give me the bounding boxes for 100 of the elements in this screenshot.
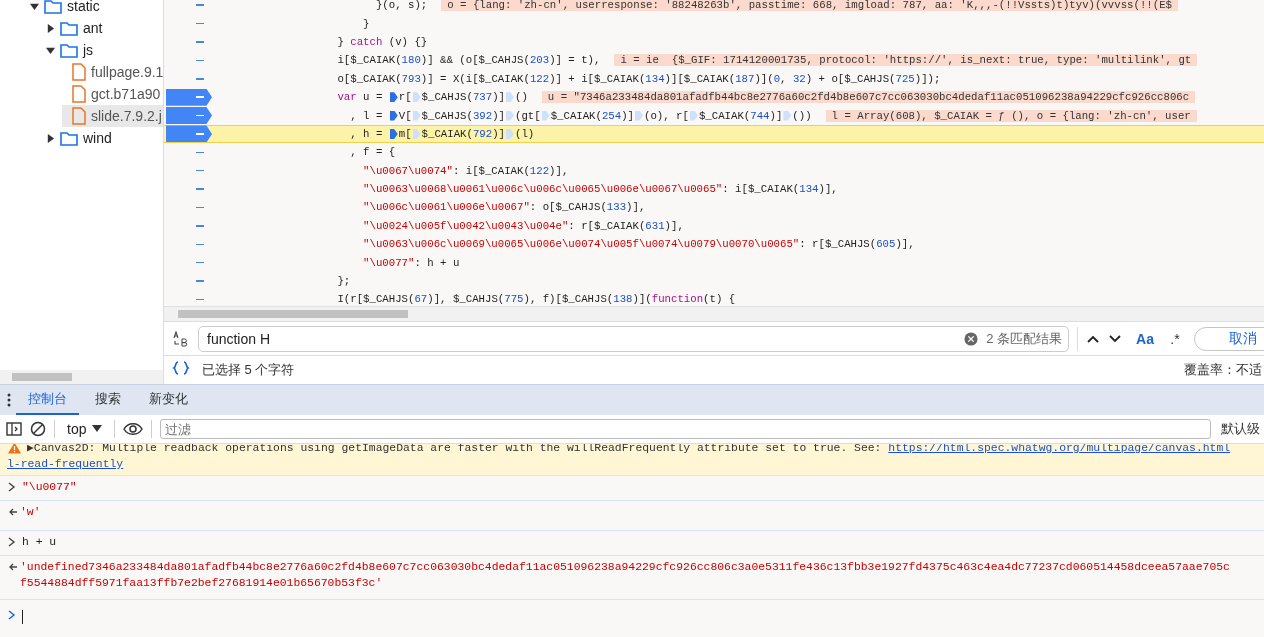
code-text: , h = bbox=[349, 127, 384, 140]
caret-down-icon bbox=[30, 2, 39, 11]
step-marker-icon[interactable] bbox=[389, 128, 398, 139]
replace-toggle-icon bbox=[172, 330, 190, 347]
caret-right-icon bbox=[46, 134, 55, 143]
code-text: $_CAIAK(744)] bbox=[698, 109, 783, 122]
code-text: "\u0063\u006c\u0069\u0065\u006e\u0074\u005f\u0074\u0079\u0070\u0065": r[$_CAHJS(605)], bbox=[362, 238, 915, 251]
clear-console-icon bbox=[30, 421, 46, 437]
gutter-dash-icon[interactable] bbox=[196, 298, 204, 301]
inline-breakpoint-icon[interactable] bbox=[506, 92, 514, 103]
code-text: (o), r[ bbox=[644, 109, 689, 122]
result-text: f5544884dff5971faa13ffb7e2bef27681914e01b65670b53f3c' bbox=[20, 576, 384, 591]
chevron-right-icon bbox=[8, 610, 16, 620]
folder-name[interactable]: js bbox=[83, 42, 94, 58]
step-marker-icon[interactable] bbox=[389, 92, 398, 103]
inline-breakpoint-icon[interactable] bbox=[783, 110, 792, 121]
file-icon bbox=[72, 107, 86, 125]
panel-tab[interactable]: 新变化 bbox=[137, 385, 200, 415]
result-text: 'undefined7346a233484da801afadfb44bc8e2776a60c2fd4b8e607c7cc063030bc4dedaf11ac051096238a94229cfc926cc806c3a0e5311fe436c13fbb3e1927fd4375c463c4ea4dc77237cd060514458dceea57aae705c bbox=[20, 560, 1230, 575]
code-text: r[ bbox=[398, 91, 412, 104]
folder-icon bbox=[44, 0, 62, 14]
step-marker-icon[interactable] bbox=[389, 110, 398, 121]
code-text: "\u0024\u005f\u0042\u0043\u004e": r[$_CAIAK(631)], bbox=[362, 219, 684, 232]
inline-breakpoint-icon[interactable] bbox=[412, 110, 421, 121]
eye-icon bbox=[123, 422, 144, 436]
chevron-right-icon bbox=[8, 482, 16, 492]
code-text: var u = bbox=[336, 91, 384, 104]
code-text: (gt[ bbox=[515, 109, 541, 122]
code-text: (l) bbox=[515, 127, 535, 140]
code-text: } bbox=[362, 17, 370, 30]
inline-breakpoint-icon[interactable] bbox=[506, 110, 514, 121]
inline-breakpoint-icon[interactable] bbox=[506, 128, 514, 139]
code-text: $_CAIAK(792)] bbox=[421, 127, 505, 140]
gutter-dash-icon[interactable] bbox=[196, 59, 204, 62]
breakpoint-marker[interactable] bbox=[166, 107, 212, 125]
chevron-down-icon bbox=[1108, 333, 1122, 344]
gutter-dash-icon[interactable] bbox=[196, 151, 204, 154]
code-text: V[ bbox=[398, 109, 412, 122]
code-text: "\u0063\u0068\u0061\u006c\u006c\u0065\u006e\u0067\u0065": i[$_CAIAK(134)], bbox=[362, 183, 838, 196]
caret-down-icon bbox=[92, 425, 103, 433]
breakpoint-marker[interactable] bbox=[166, 125, 212, 143]
caret-right-icon bbox=[46, 24, 55, 33]
inline-breakpoint-icon[interactable] bbox=[635, 110, 644, 121]
folder-name[interactable]: wind bbox=[83, 130, 112, 146]
panel-tab[interactable]: 搜索 bbox=[83, 385, 133, 415]
pretty-print-icon[interactable] bbox=[172, 360, 190, 375]
search-box[interactable]: function H 2 条匹配结果 bbox=[198, 325, 1069, 352]
code-text: $_CAHJS(392)] bbox=[421, 109, 505, 122]
inline-breakpoint-icon[interactable] bbox=[412, 128, 421, 139]
file-name[interactable]: fullpage.9.1 bbox=[91, 64, 163, 80]
context-selector[interactable]: top bbox=[63, 421, 107, 437]
regex-button[interactable]: .* bbox=[1164, 326, 1186, 351]
code-text: I(r[$_CAHJS(67)], $_CAHJS(775), f)[$_CAHJS(138)](function(t) { bbox=[336, 293, 736, 306]
code-text: m[ bbox=[398, 127, 412, 140]
inline-value: i = ie {$_GIF: 1714120001735, protocol: 'https://', is_next: true, type: 'multilink', gt bbox=[614, 54, 1198, 67]
selection-status: 已选择 5 个字符 bbox=[202, 361, 295, 379]
cancel-button[interactable]: 取消 bbox=[1194, 326, 1264, 351]
inline-value: o = {lang: 'zh-cn', userresponse: '88248263b', passtime: 668, imgload: 787, aa: 'K,,,-(!!Vssts)t)tyv)(vvvss(!!(E$ bbox=[441, 0, 1178, 12]
code-text: $_CAIAK(254)] bbox=[550, 109, 635, 122]
return-arrow-icon bbox=[8, 507, 18, 517]
scrollbar[interactable] bbox=[0, 370, 163, 384]
search-field[interactable]: function H bbox=[205, 329, 957, 348]
gutter-dash-icon[interactable] bbox=[196, 169, 204, 172]
folder-icon bbox=[60, 42, 78, 58]
caret-down-icon bbox=[46, 46, 55, 55]
folder-name[interactable]: ant bbox=[83, 20, 103, 36]
file-icon bbox=[72, 85, 86, 103]
inline-breakpoint-icon[interactable] bbox=[412, 92, 421, 103]
coverage-status: 覆盖率：不适 bbox=[1184, 361, 1262, 379]
gutter-dash-icon[interactable] bbox=[196, 206, 204, 209]
inline-breakpoint-icon[interactable] bbox=[541, 110, 550, 121]
inline-breakpoint-icon[interactable] bbox=[689, 110, 698, 121]
filter-field[interactable]: 过滤 bbox=[160, 419, 1211, 439]
folder-icon bbox=[60, 20, 78, 36]
gutter-dash-icon[interactable] bbox=[196, 261, 204, 264]
return-arrow-icon bbox=[8, 562, 18, 572]
match-case-button[interactable]: Aa bbox=[1134, 326, 1156, 351]
sidebar-toggle-icon bbox=[6, 421, 22, 437]
code-text: }(o, s); bbox=[374, 0, 428, 12]
code-text: "\u0067\u0074": i[$_CAIAK(122)], bbox=[362, 164, 569, 177]
gutter-dash-icon[interactable] bbox=[196, 22, 204, 25]
code-text: i[$_CAIAK(180)] && (o[$_CAHJS(203)] = t), bbox=[336, 54, 601, 67]
spec-link[interactable]: l-read-frequently bbox=[7, 456, 1231, 472]
gutter-dash-icon[interactable] bbox=[196, 243, 204, 245]
code-text: o[$_CAIAK(793)] = X(i[$_CAIAK(122)] + i[$_CAIAK(134)][$_CAIAK(187)](0, 32) + o[$_CAHJS(725)]); bbox=[336, 72, 941, 85]
code-text: "\u0077": h + u bbox=[362, 256, 460, 269]
more-menu-icon bbox=[6, 392, 12, 408]
scrollbar[interactable] bbox=[164, 306, 1264, 321]
file-name[interactable]: gct.b71a90 bbox=[91, 86, 161, 102]
command-text: "\u0077" bbox=[22, 480, 77, 495]
breakpoint-marker[interactable] bbox=[166, 88, 212, 106]
code-text: "\u006c\u0061\u006e\u0067": o[$_CAHJS(133)], bbox=[362, 201, 646, 214]
folder-icon bbox=[60, 130, 78, 146]
folder-name[interactable]: static bbox=[67, 0, 100, 14]
file-icon bbox=[72, 63, 86, 81]
text-cursor[interactable] bbox=[22, 610, 23, 624]
clear-icon bbox=[964, 331, 979, 346]
log-levels-dropdown[interactable]: 默认级 bbox=[1219, 420, 1262, 438]
code-text: $_CAHJS(737)] bbox=[421, 91, 505, 104]
inline-value: u = "7346a233484da801afadfb44bc8e2776a60c2fd4b8e607c7cc063030bc4dedaf11ac051096238a94229cfc926cc806c bbox=[541, 91, 1196, 104]
